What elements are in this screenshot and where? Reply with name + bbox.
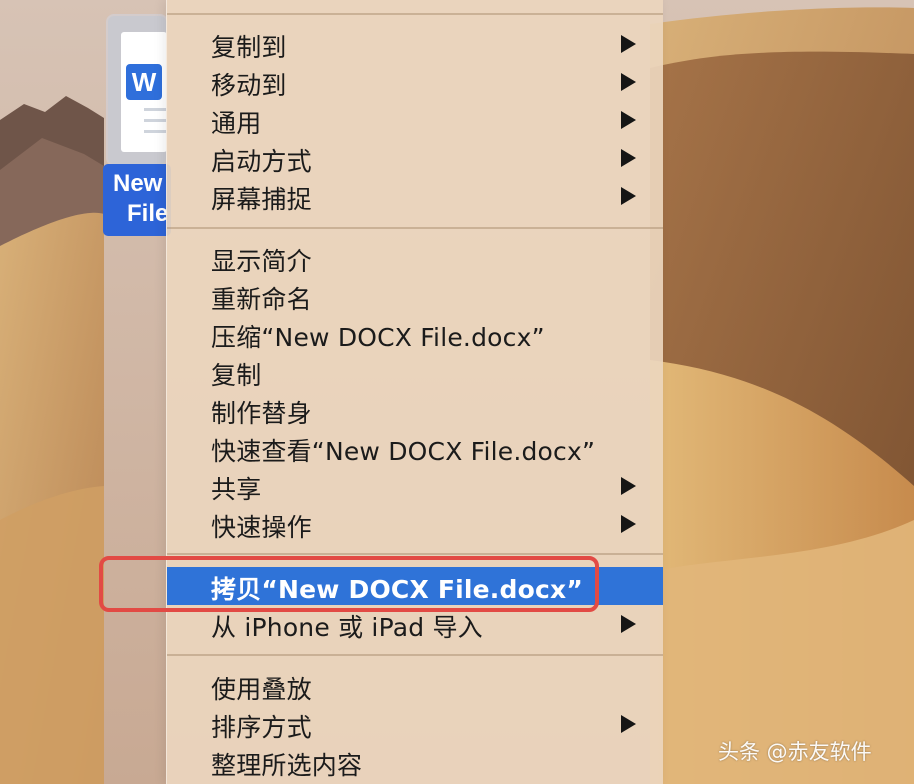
- document-thumbnail: W: [108, 16, 168, 164]
- menu-item-general[interactable]: 通用: [167, 101, 663, 139]
- word-document-icon: W: [126, 64, 162, 100]
- triangle-right-icon: [621, 515, 636, 533]
- menu-item-copy-file[interactable]: 拷贝“New DOCX File.docx”: [167, 567, 663, 605]
- menu-item-quick-actions[interactable]: 快速操作: [167, 505, 663, 543]
- menu-item-label: 快速操作: [211, 513, 312, 542]
- menu-item-label: 显示简介: [211, 247, 312, 276]
- menu-item-open-with[interactable]: 启动方式: [167, 139, 663, 177]
- menu-item-quick-look[interactable]: 快速查看“New DOCX File.docx”: [167, 429, 663, 467]
- desktop-screen: W New File 复制到 移动到 通用 启动方式 屏幕捕捉 显示简介 重新命…: [0, 0, 914, 784]
- triangle-right-icon: [621, 35, 636, 53]
- menu-item-label: 从 iPhone 或 iPad 导入: [211, 613, 483, 642]
- watermark-text: 头条 @赤友软件: [718, 740, 872, 764]
- menu-item-label: 使用叠放: [211, 675, 312, 704]
- menu-item-label: 整理所选内容: [211, 751, 363, 780]
- menu-item-label: 复制: [211, 361, 262, 390]
- document-line: [144, 108, 168, 111]
- menu-item-duplicate[interactable]: 复制: [167, 353, 663, 391]
- menu-item-compress[interactable]: 压缩“New DOCX File.docx”: [167, 315, 663, 353]
- menu-item-rename[interactable]: 重新命名: [167, 277, 663, 315]
- file-name-line-1: New: [113, 170, 163, 197]
- menu-item-clean-up-selection[interactable]: 整理所选内容: [167, 743, 663, 781]
- menu-separator: [167, 654, 663, 656]
- menu-item-label: 拷贝“New DOCX File.docx”: [211, 575, 583, 604]
- menu-separator: [167, 13, 663, 15]
- menu-item-label: 快速查看“New DOCX File.docx”: [211, 437, 596, 466]
- document-line: [144, 119, 168, 122]
- menu-item-get-info[interactable]: 显示简介: [167, 239, 663, 277]
- menu-item-sort-by[interactable]: 排序方式: [167, 705, 663, 743]
- document-line: [144, 130, 168, 133]
- menu-item-copy-to[interactable]: 复制到: [167, 25, 663, 63]
- menu-item-make-alias[interactable]: 制作替身: [167, 391, 663, 429]
- triangle-right-icon: [621, 111, 636, 129]
- menu-item-label: 启动方式: [211, 147, 312, 176]
- triangle-right-icon: [621, 187, 636, 205]
- menu-item-label: 排序方式: [211, 713, 312, 742]
- menu-item-label: 移动到: [211, 71, 287, 100]
- file-name-label: New File: [103, 164, 171, 236]
- menu-item-label: 屏幕捕捉: [211, 185, 312, 214]
- triangle-right-icon: [621, 477, 636, 495]
- menu-item-label: 压缩“New DOCX File.docx”: [211, 323, 545, 352]
- menu-item-import-from-iphone[interactable]: 从 iPhone 或 iPad 导入: [167, 605, 663, 643]
- menu-separator: [167, 227, 663, 229]
- menu-item-label: 共享: [211, 475, 262, 504]
- menu-item-label: 制作替身: [211, 399, 312, 428]
- file-name-line-2: File: [127, 200, 169, 227]
- menu-item-use-stacks[interactable]: 使用叠放: [167, 667, 663, 705]
- menu-separator: [167, 553, 663, 555]
- menu-item-share[interactable]: 共享: [167, 467, 663, 505]
- menu-item-screen-capture[interactable]: 屏幕捕捉: [167, 177, 663, 215]
- triangle-right-icon: [621, 149, 636, 167]
- menu-item-label: 重新命名: [211, 285, 312, 314]
- triangle-right-icon: [621, 615, 636, 633]
- triangle-right-icon: [621, 715, 636, 733]
- menu-item-label: 通用: [211, 109, 262, 138]
- menu-item-move-to[interactable]: 移动到: [167, 63, 663, 101]
- triangle-right-icon: [621, 73, 636, 91]
- menu-item-label: 复制到: [211, 33, 287, 62]
- document-lines: [144, 108, 168, 141]
- context-menu: 复制到 移动到 通用 启动方式 屏幕捕捉 显示简介 重新命名 压缩“New DO…: [166, 0, 663, 784]
